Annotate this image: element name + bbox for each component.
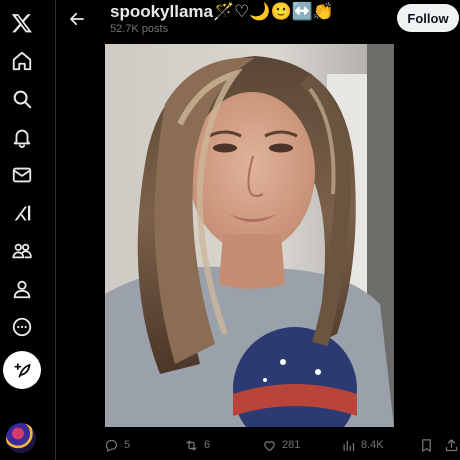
- notifications-bell-icon[interactable]: [3, 118, 41, 156]
- reply-button[interactable]: 5: [104, 435, 130, 455]
- home-icon[interactable]: [3, 42, 41, 80]
- repost-count: 6: [204, 439, 211, 451]
- x-logo-icon[interactable]: [3, 4, 41, 42]
- reply-bubble-icon: [105, 439, 118, 452]
- view-count: 8.4K: [361, 439, 384, 451]
- post-media-viewer: spookyllama🪄♡🌙🙂↔️👏 52.7K posts Follow 5 …: [0, 0, 460, 460]
- account-avatar[interactable]: [6, 423, 36, 453]
- communities-icon[interactable]: [3, 232, 41, 270]
- repost-button[interactable]: 6: [184, 435, 210, 455]
- like-count: 281: [282, 439, 301, 451]
- reply-count: 5: [124, 439, 131, 451]
- compose-post-button[interactable]: [3, 351, 41, 389]
- repost-icon: [186, 440, 197, 450]
- bookmark-button[interactable]: [419, 435, 434, 455]
- grok-icon[interactable]: [3, 194, 41, 232]
- share-upload-icon: [445, 438, 458, 451]
- more-options-icon[interactable]: [3, 308, 41, 346]
- share-button[interactable]: [444, 435, 459, 455]
- views-bar-chart-icon: [343, 440, 355, 451]
- nav-divider: [55, 0, 56, 460]
- username[interactable]: spookyllama🪄♡🌙🙂↔️👏: [110, 2, 334, 22]
- profile-icon[interactable]: [3, 270, 41, 308]
- messages-envelope-icon[interactable]: [3, 156, 41, 194]
- feather-plus-icon: [14, 363, 31, 378]
- left-nav-rail: [0, 0, 46, 460]
- follow-button[interactable]: Follow: [397, 4, 459, 32]
- search-icon[interactable]: [3, 80, 41, 118]
- post-count: 52.7K posts: [110, 23, 169, 35]
- post-header: spookyllama🪄♡🌙🙂↔️👏 52.7K posts Follow: [56, 0, 460, 42]
- post-photo[interactable]: [105, 44, 394, 427]
- back-arrow-icon: [70, 12, 84, 26]
- bookmark-icon: [422, 438, 431, 452]
- back-button[interactable]: [64, 6, 90, 32]
- post-action-bar: 5 6 281 8.4K: [56, 431, 460, 460]
- heart-icon: [264, 440, 275, 451]
- views-button[interactable]: 8.4K: [341, 435, 384, 455]
- like-button[interactable]: 281: [262, 435, 300, 455]
